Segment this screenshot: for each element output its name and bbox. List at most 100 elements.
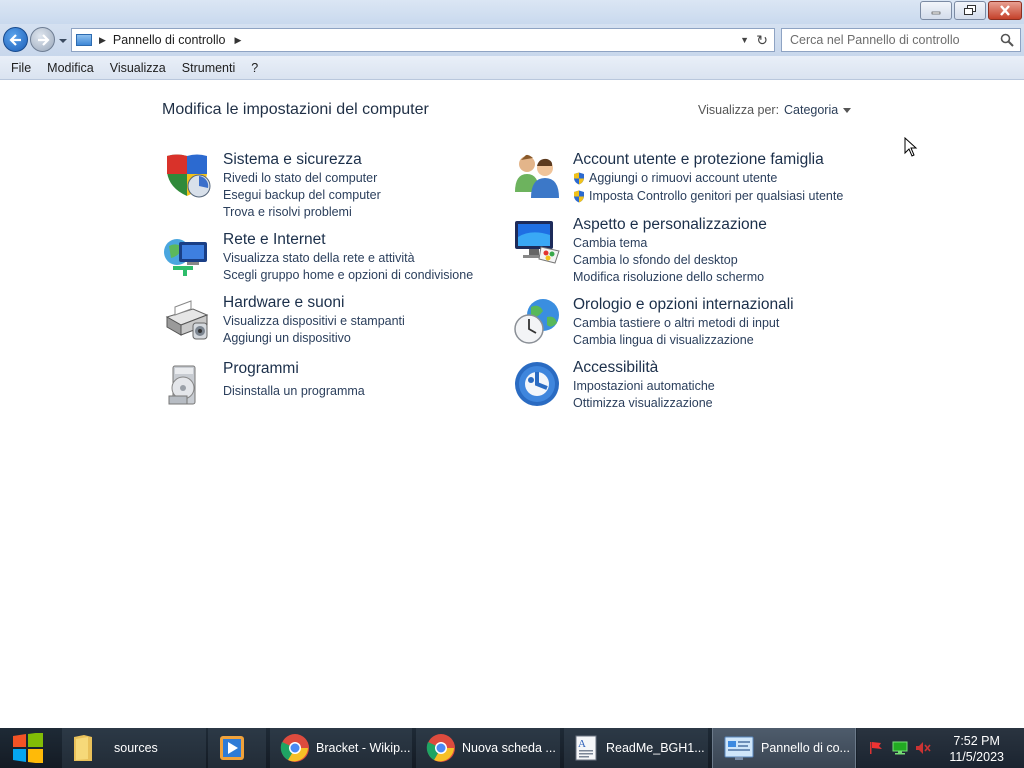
forward-button[interactable] — [30, 27, 55, 52]
chevron-down-icon — [843, 107, 852, 113]
monitor-icon[interactable] — [513, 217, 561, 265]
category-title[interactable]: Hardware e suoni — [223, 294, 344, 312]
taskbar-item-label: Nuova scheda ... — [462, 741, 556, 755]
clock-time: 7:52 PM — [953, 734, 1000, 748]
refresh-icon[interactable]: ↻ — [756, 32, 768, 49]
link[interactable]: Impostazioni automatiche — [573, 379, 715, 393]
category-appearance: Aspetto e personalizzazione Cambia tema … — [513, 216, 893, 287]
link[interactable]: Ottimizza visualizzazione — [573, 396, 713, 410]
minimize-icon — [931, 11, 941, 14]
uac-shield-icon — [574, 190, 584, 202]
link-label: Imposta Controllo genitori per qualsiasi… — [589, 189, 844, 203]
clock-globe-icon[interactable] — [513, 297, 561, 345]
restore-button[interactable] — [954, 1, 986, 20]
category-title[interactable]: Programmi — [223, 360, 299, 378]
menu-help[interactable]: ? — [243, 61, 266, 75]
mouse-cursor-icon — [904, 137, 918, 157]
close-icon — [1000, 5, 1010, 16]
network-status-icon[interactable] — [892, 741, 908, 755]
link[interactable]: Trova e risolvi problemi — [223, 205, 352, 219]
taskbar-item-chrome-bracket[interactable]: Bracket - Wikip... — [270, 728, 412, 768]
programs-icon[interactable] — [163, 362, 211, 410]
chrome-icon — [426, 734, 455, 762]
menu-edit[interactable]: Modifica — [39, 61, 102, 75]
menu-tools[interactable]: Strumenti — [174, 61, 244, 75]
link[interactable]: Disinstalla un programma — [223, 384, 365, 398]
arrow-right-icon — [37, 33, 50, 46]
category-title[interactable]: Orologio e opzioni internazionali — [573, 296, 794, 314]
category-title[interactable]: Account utente e protezione famiglia — [573, 151, 824, 169]
link[interactable]: Scegli gruppo home e opzioni di condivis… — [223, 268, 473, 282]
windows-logo-icon — [13, 733, 43, 763]
breadcrumb-separator-icon[interactable]: ▶ — [235, 35, 242, 46]
link[interactable]: Cambia lingua di visualizzazione — [573, 333, 754, 347]
category-programs: Programmi Disinstalla un programma — [163, 360, 493, 412]
link[interactable]: Cambia tastiere o altri metodi di input — [573, 316, 779, 330]
system-tray: 7:52 PM 11/5/2023 — [857, 728, 1024, 768]
category-network-internet: Rete e Internet Visualizza stato della r… — [163, 231, 493, 287]
printer-icon[interactable] — [163, 295, 211, 343]
window-controls — [920, 1, 1022, 20]
start-button[interactable] — [0, 728, 56, 768]
restore-icon — [964, 5, 976, 15]
arrow-left-icon — [8, 33, 21, 46]
menu-file[interactable]: File — [3, 61, 39, 75]
taskbar-item-wordpad[interactable]: A ReadMe_BGH1... — [564, 728, 708, 768]
control-panel-content: Modifica le impostazioni del computer Vi… — [0, 80, 1024, 728]
control-panel-icon — [724, 736, 754, 760]
view-by-label: Visualizza per: — [698, 103, 780, 117]
network-icon[interactable] — [163, 232, 211, 280]
link-with-shield[interactable]: Aggiungi o rimuovi account utente — [573, 171, 777, 185]
category-system-security: Sistema e sicurezza Rivedi lo stato del … — [163, 151, 493, 222]
uac-shield-icon — [574, 172, 584, 184]
taskbar-item-control-panel[interactable]: Pannello di co... — [712, 728, 856, 768]
chrome-icon — [280, 734, 309, 762]
taskbar-item-label: Pannello di co... — [761, 741, 850, 755]
taskbar-item-media-player[interactable] — [208, 728, 266, 768]
taskbar-item-sources[interactable]: sources — [62, 728, 206, 768]
link[interactable]: Aggiungi un dispositivo — [223, 331, 351, 345]
title-bar — [0, 0, 1024, 24]
accessibility-icon[interactable] — [513, 360, 561, 408]
link[interactable]: Rivedi lo stato del computer — [223, 171, 377, 185]
minimize-button[interactable] — [920, 1, 952, 20]
link[interactable]: Cambia tema — [573, 236, 647, 250]
search-icon[interactable] — [1000, 33, 1014, 47]
clock[interactable]: 7:52 PM 11/5/2023 — [949, 733, 1004, 765]
users-icon[interactable] — [513, 152, 561, 200]
search-input[interactable] — [790, 33, 990, 47]
link-label: Aggiungi o rimuovi account utente — [589, 171, 778, 185]
category-title[interactable]: Aspetto e personalizzazione — [573, 216, 767, 234]
link[interactable]: Visualizza stato della rete e attività — [223, 251, 415, 265]
folder-icon — [74, 735, 92, 761]
category-title[interactable]: Accessibilità — [573, 359, 658, 377]
page-title: Modifica le impostazioni del computer — [162, 101, 429, 118]
category-title[interactable]: Rete e Internet — [223, 231, 326, 249]
link[interactable]: Visualizza dispositivi e stampanti — [223, 314, 405, 328]
search-box[interactable] — [781, 28, 1021, 52]
address-bar[interactable]: ▶ Pannello di controllo ▶ ▼ ↻ — [71, 28, 775, 52]
breadcrumb-separator-icon[interactable]: ▶ — [99, 35, 106, 46]
menu-view[interactable]: Visualizza — [102, 61, 174, 75]
back-button[interactable] — [3, 27, 28, 52]
link-with-shield[interactable]: Imposta Controllo genitori per qualsiasi… — [573, 189, 843, 203]
navigation-bar: ▶ Pannello di controllo ▶ ▼ ↻ — [0, 24, 1024, 56]
action-center-flag-icon[interactable] — [869, 741, 883, 755]
category-title[interactable]: Sistema e sicurezza — [223, 151, 362, 169]
taskbar-item-chrome-new-tab[interactable]: Nuova scheda ... — [416, 728, 560, 768]
address-history-dropdown-icon[interactable]: ▼ — [740, 35, 749, 45]
shield-icon[interactable] — [163, 152, 211, 200]
volume-muted-icon[interactable] — [915, 741, 931, 755]
link[interactable]: Esegui backup del computer — [223, 188, 381, 202]
wordpad-icon: A — [575, 735, 597, 761]
view-by-dropdown[interactable]: Categoria — [784, 103, 852, 117]
media-player-icon — [220, 736, 244, 760]
recent-pages-dropdown-icon[interactable] — [58, 36, 68, 46]
link[interactable]: Modifica risoluzione dello schermo — [573, 270, 764, 284]
category-accessibility: Accessibilità Impostazioni automatiche O… — [513, 359, 893, 415]
breadcrumb-control-panel[interactable]: Pannello di controllo — [113, 33, 226, 47]
close-button[interactable] — [988, 1, 1022, 20]
category-user-accounts: Account utente e protezione famiglia Agg… — [513, 151, 893, 207]
clock-date: 11/5/2023 — [949, 750, 1004, 764]
link[interactable]: Cambia lo sfondo del desktop — [573, 253, 738, 267]
